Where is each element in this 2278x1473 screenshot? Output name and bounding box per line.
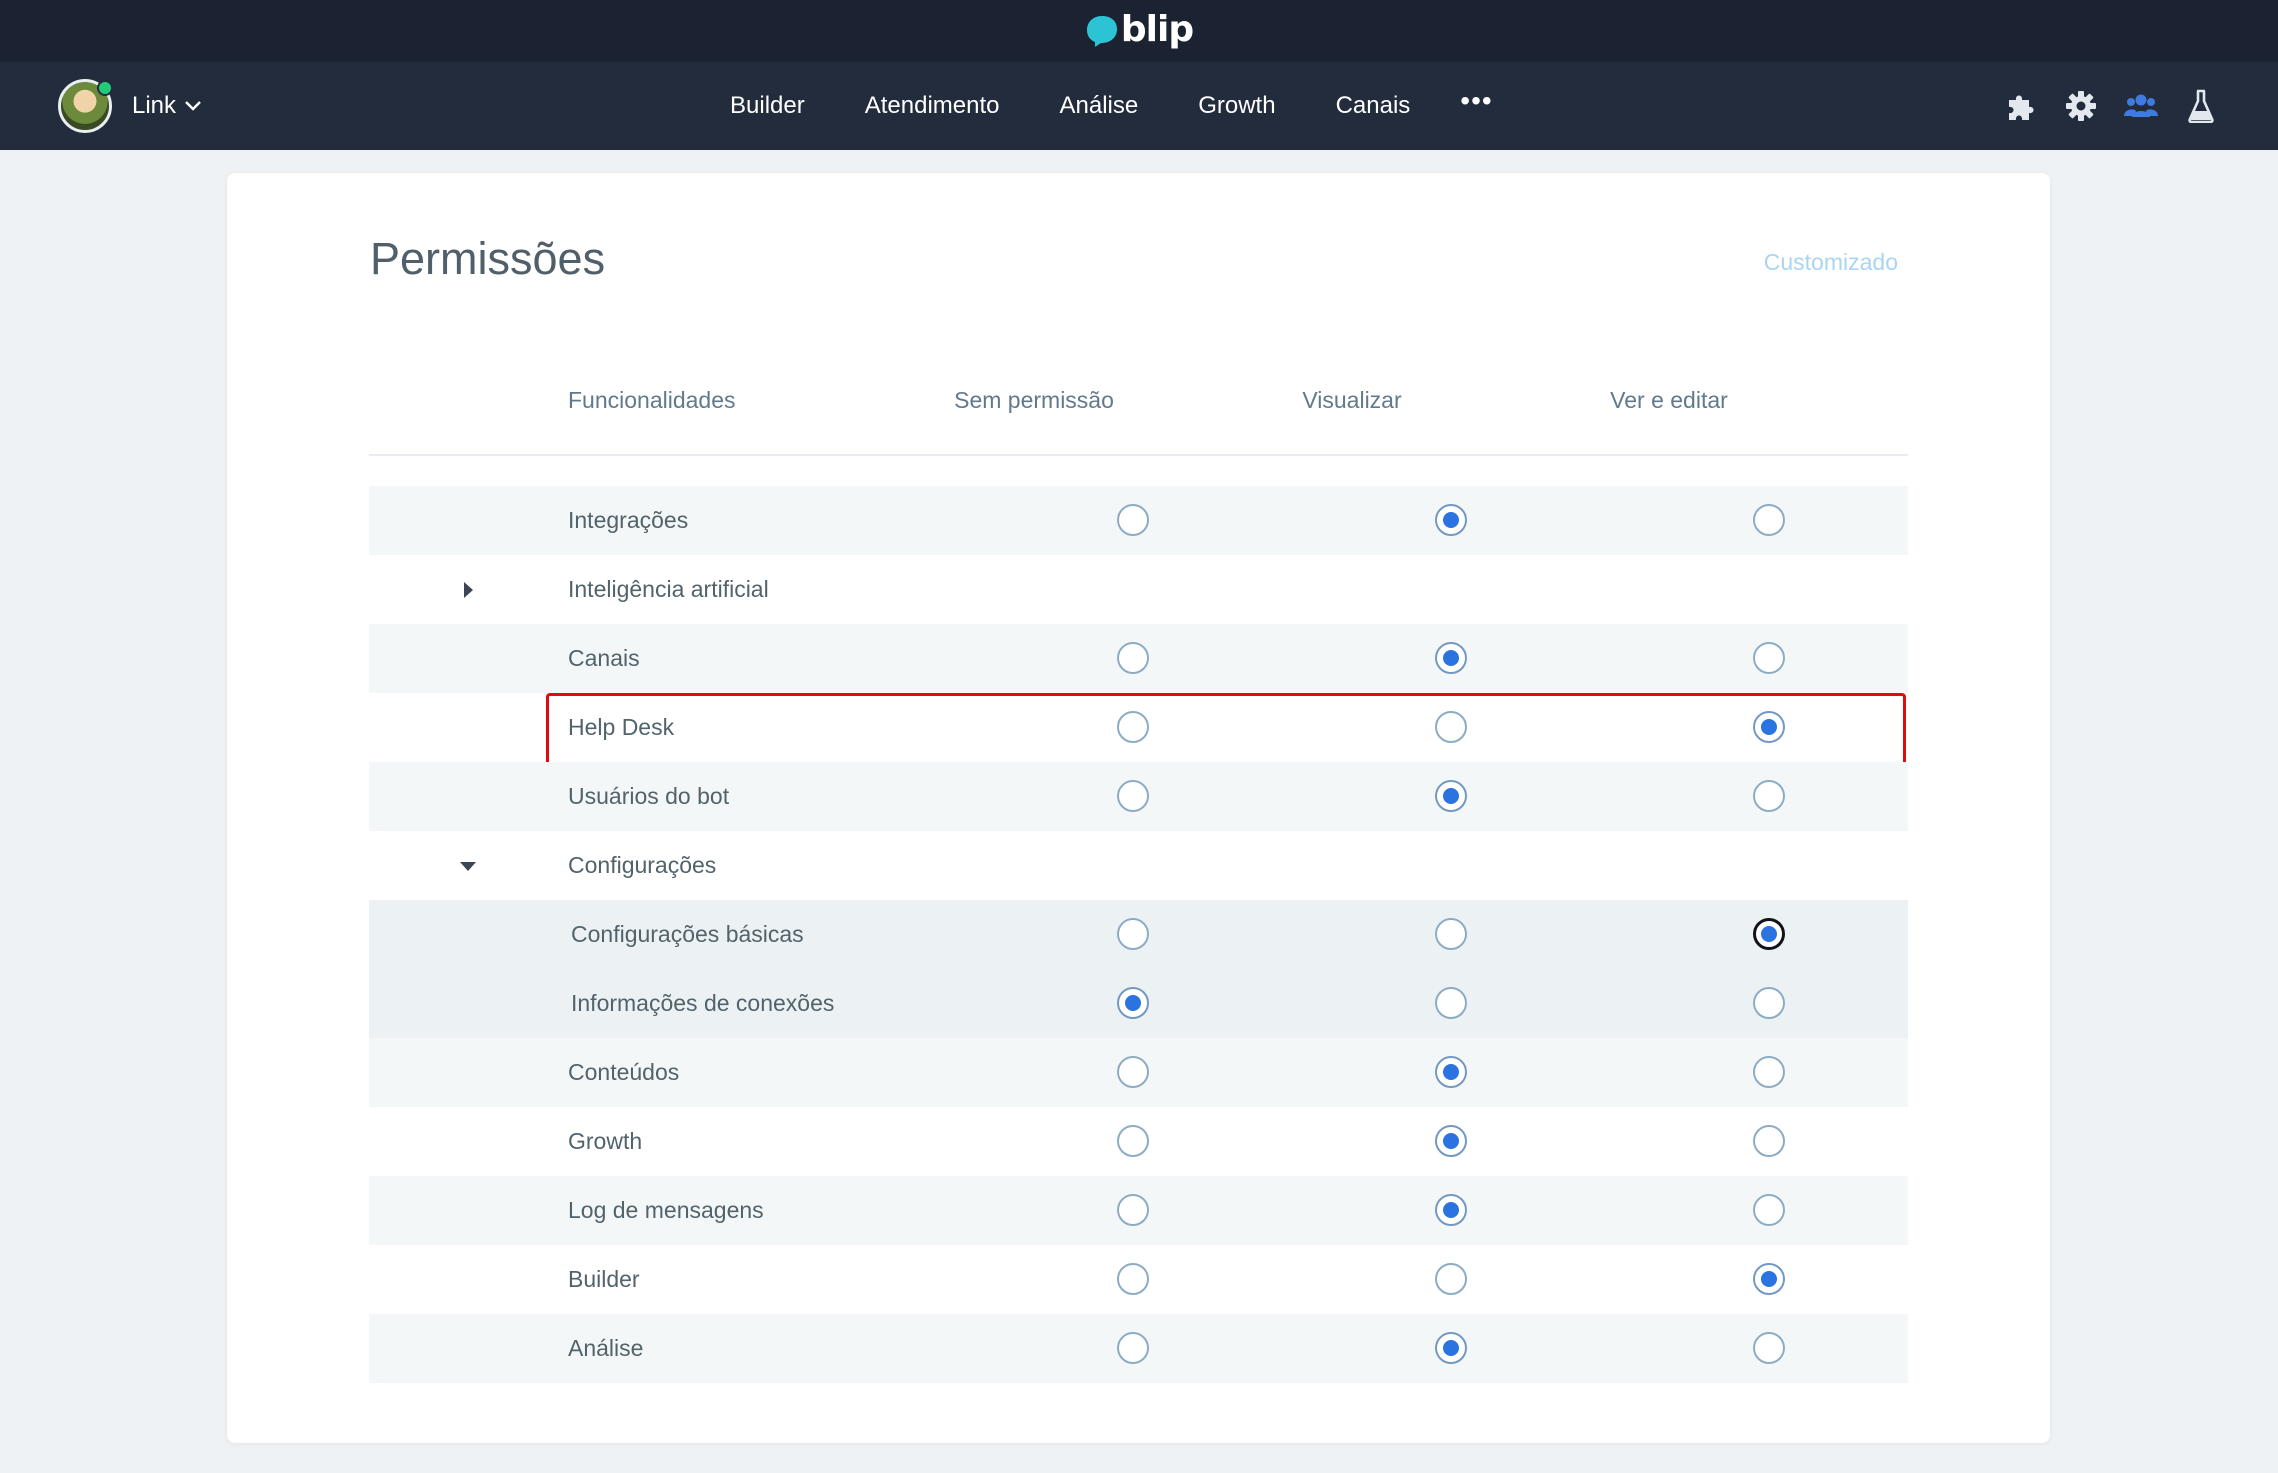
table-row: Conteúdos [369,1038,1908,1107]
radio-view-edit[interactable] [1753,1194,1785,1226]
column-header-features: Funcionalidades [568,387,736,413]
table-row: Integrações [369,486,1908,555]
team-icon[interactable] [2124,89,2158,123]
column-header-view-edit: Ver e editar [1610,387,1728,413]
menu-growth[interactable]: Growth [1168,92,1305,120]
main-menu: Builder Atendimento Análise Growth Canai… [700,62,1513,150]
radio-view[interactable] [1435,1056,1467,1088]
radio-no-permission[interactable] [1117,1332,1149,1364]
row-label: Growth [568,1128,643,1154]
radio-no-permission[interactable] [1117,504,1149,536]
radio-view-edit[interactable] [1753,1125,1785,1157]
more-menu-icon[interactable]: ••• [1440,85,1512,117]
table-row: Help Desk [369,693,1908,766]
blip-logo[interactable]: blip [1085,9,1194,50]
radio-no-permission[interactable] [1117,1194,1149,1226]
online-status-dot [97,80,113,96]
row-label: Help Desk [568,714,675,740]
menu-canais[interactable]: Canais [1306,92,1441,120]
radio-view[interactable] [1435,642,1467,674]
table-row-group: Inteligência artificial [369,555,1908,624]
radio-view-edit[interactable] [1753,711,1785,743]
radio-no-permission[interactable] [1117,1056,1149,1088]
flask-icon[interactable] [2184,89,2218,123]
menu-analise[interactable]: Análise [1029,92,1168,120]
radio-no-permission[interactable] [1117,780,1149,812]
radio-view[interactable] [1435,1332,1467,1364]
caret-down-icon[interactable] [459,857,477,875]
radio-view-edit[interactable] [1753,987,1785,1019]
column-header-view: Visualizar [1302,387,1402,413]
radio-view-edit[interactable] [1753,918,1785,950]
radio-view[interactable] [1435,780,1467,812]
table-row-sub: Configurações básicas [369,900,1908,969]
table-row: Builder [369,1245,1908,1314]
radio-no-permission[interactable] [1117,642,1149,674]
radio-no-permission[interactable] [1117,918,1149,950]
radio-view[interactable] [1435,987,1467,1019]
gear-icon[interactable] [2064,89,2098,123]
row-label: Conteúdos [568,1059,680,1085]
row-label: Inteligência artificial [568,576,769,602]
profile-type-label: Customizado [1763,249,1898,275]
radio-view[interactable] [1435,504,1467,536]
bot-name: Link [132,92,177,119]
table-row-sub: Informações de conexões [369,969,1908,1038]
row-label: Configurações [568,852,717,878]
radio-view[interactable] [1435,1125,1467,1157]
menu-atendimento[interactable]: Atendimento [835,92,1030,120]
row-label: Configurações básicas [571,921,804,947]
row-label: Builder [568,1266,640,1292]
main-navbar: Link Builder Atendimento Análise Growth … [0,62,2278,150]
row-label: Informações de conexões [571,990,835,1016]
radio-view[interactable] [1435,918,1467,950]
radio-view-edit[interactable] [1753,504,1785,536]
radio-no-permission[interactable] [1117,1125,1149,1157]
radio-view[interactable] [1435,1263,1467,1295]
radio-no-permission[interactable] [1117,711,1149,743]
puzzle-icon[interactable] [2004,89,2038,123]
table-row: Usuários do bot [369,762,1908,831]
toolbar-icons [2004,62,2218,150]
radio-view-edit[interactable] [1753,1056,1785,1088]
radio-no-permission[interactable] [1117,1263,1149,1295]
table-row: Log de mensagens [369,1176,1908,1245]
radio-view-edit[interactable] [1753,1332,1785,1364]
highlight-box [546,693,1906,766]
table-row: Canais [369,624,1908,693]
bot-switcher[interactable]: Link [58,79,202,133]
top-header: blip [0,0,2278,62]
chat-bubble-icon [1086,16,1117,47]
radio-view-edit[interactable] [1753,780,1785,812]
row-label: Log de mensagens [568,1197,764,1223]
table-row-group: Configurações [369,831,1908,900]
caret-right-icon[interactable] [459,581,477,599]
radio-view[interactable] [1435,1194,1467,1226]
chevron-down-icon [185,101,201,111]
table-row: Growth [369,1107,1908,1176]
radio-view[interactable] [1435,711,1467,743]
row-label: Análise [568,1335,644,1361]
permissions-table: Funcionalidades Sem permissão Visualizar… [369,313,1908,1383]
row-label: Usuários do bot [568,783,730,809]
table-header: Funcionalidades Sem permissão Visualizar… [369,313,1908,456]
table-row: Análise [369,1314,1908,1383]
row-label: Integrações [568,507,689,533]
radio-view-edit[interactable] [1753,1263,1785,1295]
radio-no-permission[interactable] [1117,987,1149,1019]
permissions-card: Permissões Customizado Funcionalidades S… [227,173,2050,1443]
radio-view-edit[interactable] [1753,642,1785,674]
logo-text: blip [1120,8,1194,50]
table-body: Integrações Inteligência artificial Cana… [369,486,1908,1383]
menu-builder[interactable]: Builder [700,92,835,120]
column-header-no-permission: Sem permissão [954,387,1114,413]
page-title: Permissões [370,233,606,284]
row-label: Canais [568,645,640,671]
bot-avatar [58,79,113,133]
